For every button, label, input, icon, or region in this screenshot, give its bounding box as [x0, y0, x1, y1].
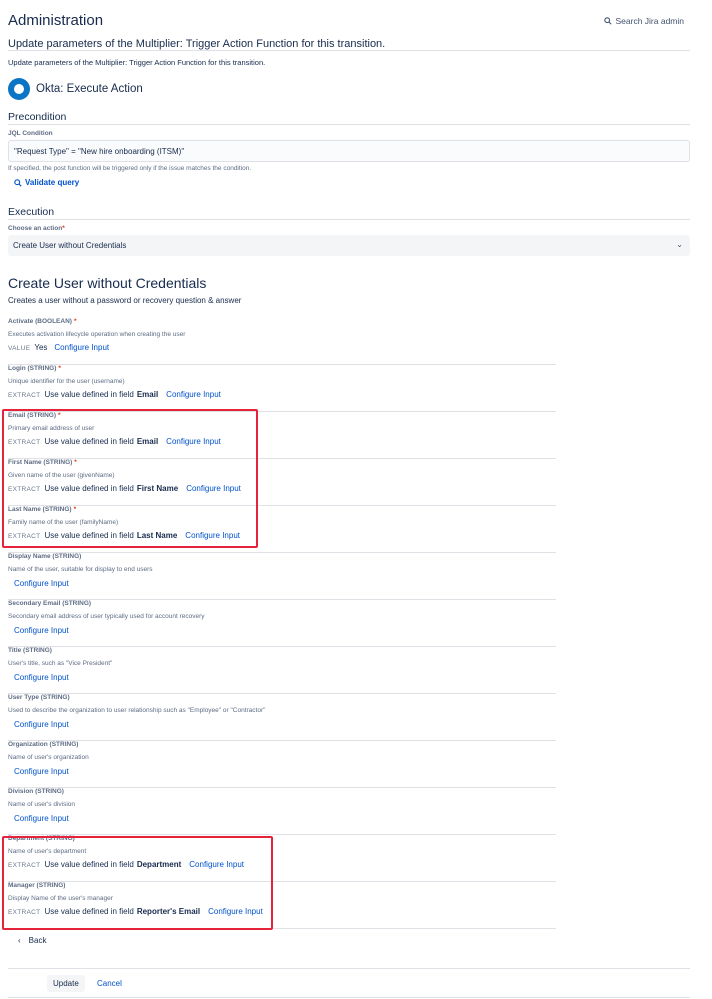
highlight-box-extract-fields	[2, 836, 273, 930]
validate-query-link[interactable]: Validate query	[14, 178, 79, 187]
attribute-value: VALUE Yes Configure Input	[8, 343, 109, 352]
attribute-label: Title (STRING)	[8, 647, 52, 654]
value-text: Use value defined in field	[44, 390, 134, 399]
attribute-row: Title (STRING) User's title, such as "Vic…	[8, 647, 556, 694]
action-title: Create User without Credentials	[8, 275, 207, 291]
attribute-description: Secondary email address of user typicall…	[8, 613, 205, 620]
chevron-down-icon: ⌄	[676, 240, 683, 249]
attribute-row: Login (STRING) * Unique identifier for the…	[8, 365, 556, 412]
page-description: Update parameters of the Multiplier: Tri…	[8, 58, 266, 67]
precondition-heading: Precondition	[8, 111, 67, 123]
action-select-value: Create User without Credentials	[13, 241, 127, 250]
attribute-description: Used to describe the organization to use…	[8, 707, 266, 714]
jql-condition-input[interactable]: "Request Type" = "New hire onboarding (I…	[8, 140, 690, 162]
configure-input-link[interactable]: Configure Input	[54, 343, 109, 352]
attribute-row: Display Name (STRING) Name of the user, s…	[8, 553, 556, 600]
attribute-description: Unique identifier for the user (username…	[8, 378, 125, 385]
action-select[interactable]: Create User without Credentials ⌄	[8, 235, 690, 256]
back-link[interactable]: ‹ Back	[18, 936, 46, 945]
chevron-left-icon: ‹	[18, 936, 21, 945]
divider	[8, 50, 690, 51]
attribute-label: Display Name (STRING)	[8, 553, 82, 560]
attribute-row: Organization (STRING) Name of user's orga…	[8, 741, 556, 788]
required-marker: *	[73, 318, 77, 325]
search-icon	[14, 178, 22, 187]
attribute-description: User's title, such as "Vice President"	[8, 660, 113, 667]
search-icon	[604, 17, 613, 25]
divider	[8, 219, 690, 220]
attribute-label: Secondary Email (STRING)	[8, 600, 92, 607]
search-admin-label: Search Jira admin	[615, 16, 684, 26]
divider	[8, 997, 690, 998]
configure-input-link[interactable]: Configure Input	[166, 390, 221, 399]
attribute-description: Executes activation lifecycle operation …	[8, 331, 186, 338]
action-label: Choose an action*	[8, 225, 65, 232]
attribute-description: Name of user's division	[8, 801, 75, 808]
attribute-row: User Type (STRING) Used to describe the o…	[8, 694, 556, 741]
attribute-row: Division (STRING) Name of user's division…	[8, 788, 556, 835]
divider	[8, 968, 690, 969]
back-label: Back	[28, 936, 47, 945]
divider	[8, 124, 690, 125]
value-text: Yes	[34, 343, 48, 352]
cancel-button[interactable]: Cancel	[97, 979, 122, 988]
jql-label: JQL Condition	[8, 130, 53, 137]
attribute-description: Name of the user, suitable for display t…	[8, 566, 153, 573]
execution-heading: Execution	[8, 206, 55, 218]
configure-input-link[interactable]: Configure Input	[14, 579, 69, 588]
configure-input-link[interactable]: Configure Input	[14, 673, 69, 682]
jql-help-text: If specified, the post function will be …	[8, 165, 252, 172]
attribute-row: Secondary Email (STRING) Secondary email …	[8, 600, 556, 647]
configure-input-link[interactable]: Configure Input	[14, 814, 69, 823]
value-field-name: Email	[136, 390, 159, 399]
validate-query-label: Validate query	[25, 178, 80, 187]
attribute-label: Login (STRING) *	[8, 365, 61, 372]
configure-input-link[interactable]: Configure Input	[14, 767, 69, 776]
value-type-badge: VALUE	[8, 345, 31, 352]
update-button[interactable]: Update	[47, 975, 85, 992]
page-header: Administration Search Jira admin	[8, 12, 690, 34]
action-description: Creates a user without a password or rec…	[8, 296, 242, 305]
search-admin-link[interactable]: Search Jira admin	[604, 16, 684, 26]
attribute-value: EXTRACT Use value defined in field Email Co…	[8, 390, 221, 399]
page-title: Administration	[8, 12, 104, 29]
attribute-row: Activate (BOOLEAN) * Executes activation l…	[8, 318, 556, 365]
page-subtitle: Update parameters of the Multiplier: Tri…	[8, 38, 386, 50]
okta-logo-icon	[8, 78, 30, 100]
integration-header: Okta: Execute Action	[8, 78, 143, 100]
integration-title: Okta: Execute Action	[36, 83, 143, 95]
attribute-label: User Type (STRING)	[8, 694, 70, 701]
configure-input-link[interactable]: Configure Input	[14, 626, 69, 635]
attribute-label: Organization (STRING)	[8, 741, 79, 748]
attribute-label: Division (STRING)	[8, 788, 64, 795]
attribute-description: Name of user's organization	[8, 754, 89, 761]
configure-input-link[interactable]: Configure Input	[14, 720, 69, 729]
required-marker: *	[58, 365, 61, 372]
highlight-box-required-fields	[2, 409, 258, 548]
value-type-badge: EXTRACT	[8, 392, 41, 399]
attribute-label: Activate (BOOLEAN) *	[8, 318, 77, 325]
